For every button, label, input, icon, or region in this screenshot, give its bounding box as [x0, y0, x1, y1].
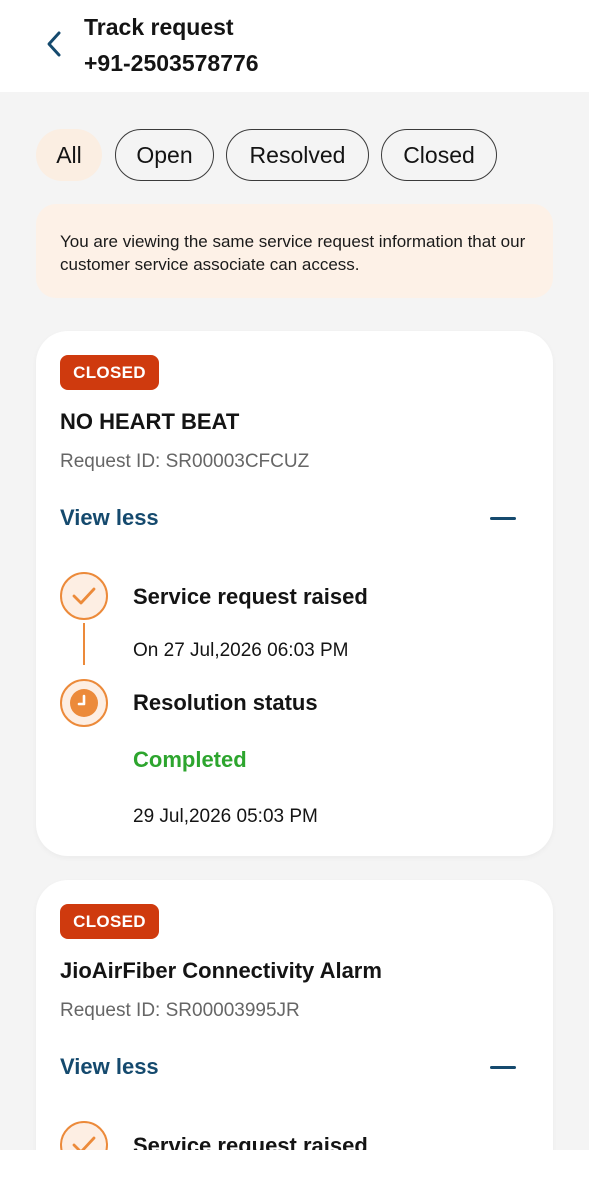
filter-chip-all[interactable]: All: [36, 129, 102, 181]
request-title: NO HEART BEAT: [60, 409, 240, 434]
step-raised-date: On 27 Jul,2026 06:03 PM: [133, 640, 349, 661]
filter-chip-resolved[interactable]: Resolved: [226, 129, 369, 181]
step-resolution-label: Resolution status: [133, 690, 318, 715]
page-title: Track request: [84, 14, 234, 40]
phone-number: +91-2503578776: [84, 50, 259, 76]
status-badge: CLOSED: [60, 355, 159, 390]
clock-icon: [60, 679, 108, 727]
resolution-status-value: Completed: [133, 747, 247, 772]
filter-chip-open[interactable]: Open: [115, 129, 214, 181]
request-id: Request ID: SR00003995JR: [60, 1000, 300, 1021]
view-less-link[interactable]: View less: [60, 503, 159, 533]
request-title: JioAirFiber Connectivity Alarm: [60, 958, 382, 983]
info-banner: You are viewing the same service request…: [36, 204, 553, 298]
step-resolution-date: 29 Jul,2026 05:03 PM: [133, 806, 318, 827]
step-raised-label: Service request raised: [133, 584, 368, 609]
collapse-icon[interactable]: [488, 1064, 520, 1072]
chevron-left-icon: [47, 31, 61, 57]
request-card: CLOSED NO HEART BEAT Request ID: SR00003…: [36, 331, 553, 856]
bottom-area: [0, 1150, 589, 1200]
app-header: Track request +91-2503578776: [0, 0, 589, 92]
request-id: Request ID: SR00003CFCUZ: [60, 451, 310, 472]
status-badge: CLOSED: [60, 904, 159, 939]
timeline-connector: [83, 623, 85, 665]
filter-chip-closed[interactable]: Closed: [381, 129, 497, 181]
back-button[interactable]: [36, 24, 72, 64]
check-icon: [60, 572, 108, 620]
view-less-link[interactable]: View less: [60, 1052, 159, 1082]
collapse-icon[interactable]: [488, 515, 520, 523]
